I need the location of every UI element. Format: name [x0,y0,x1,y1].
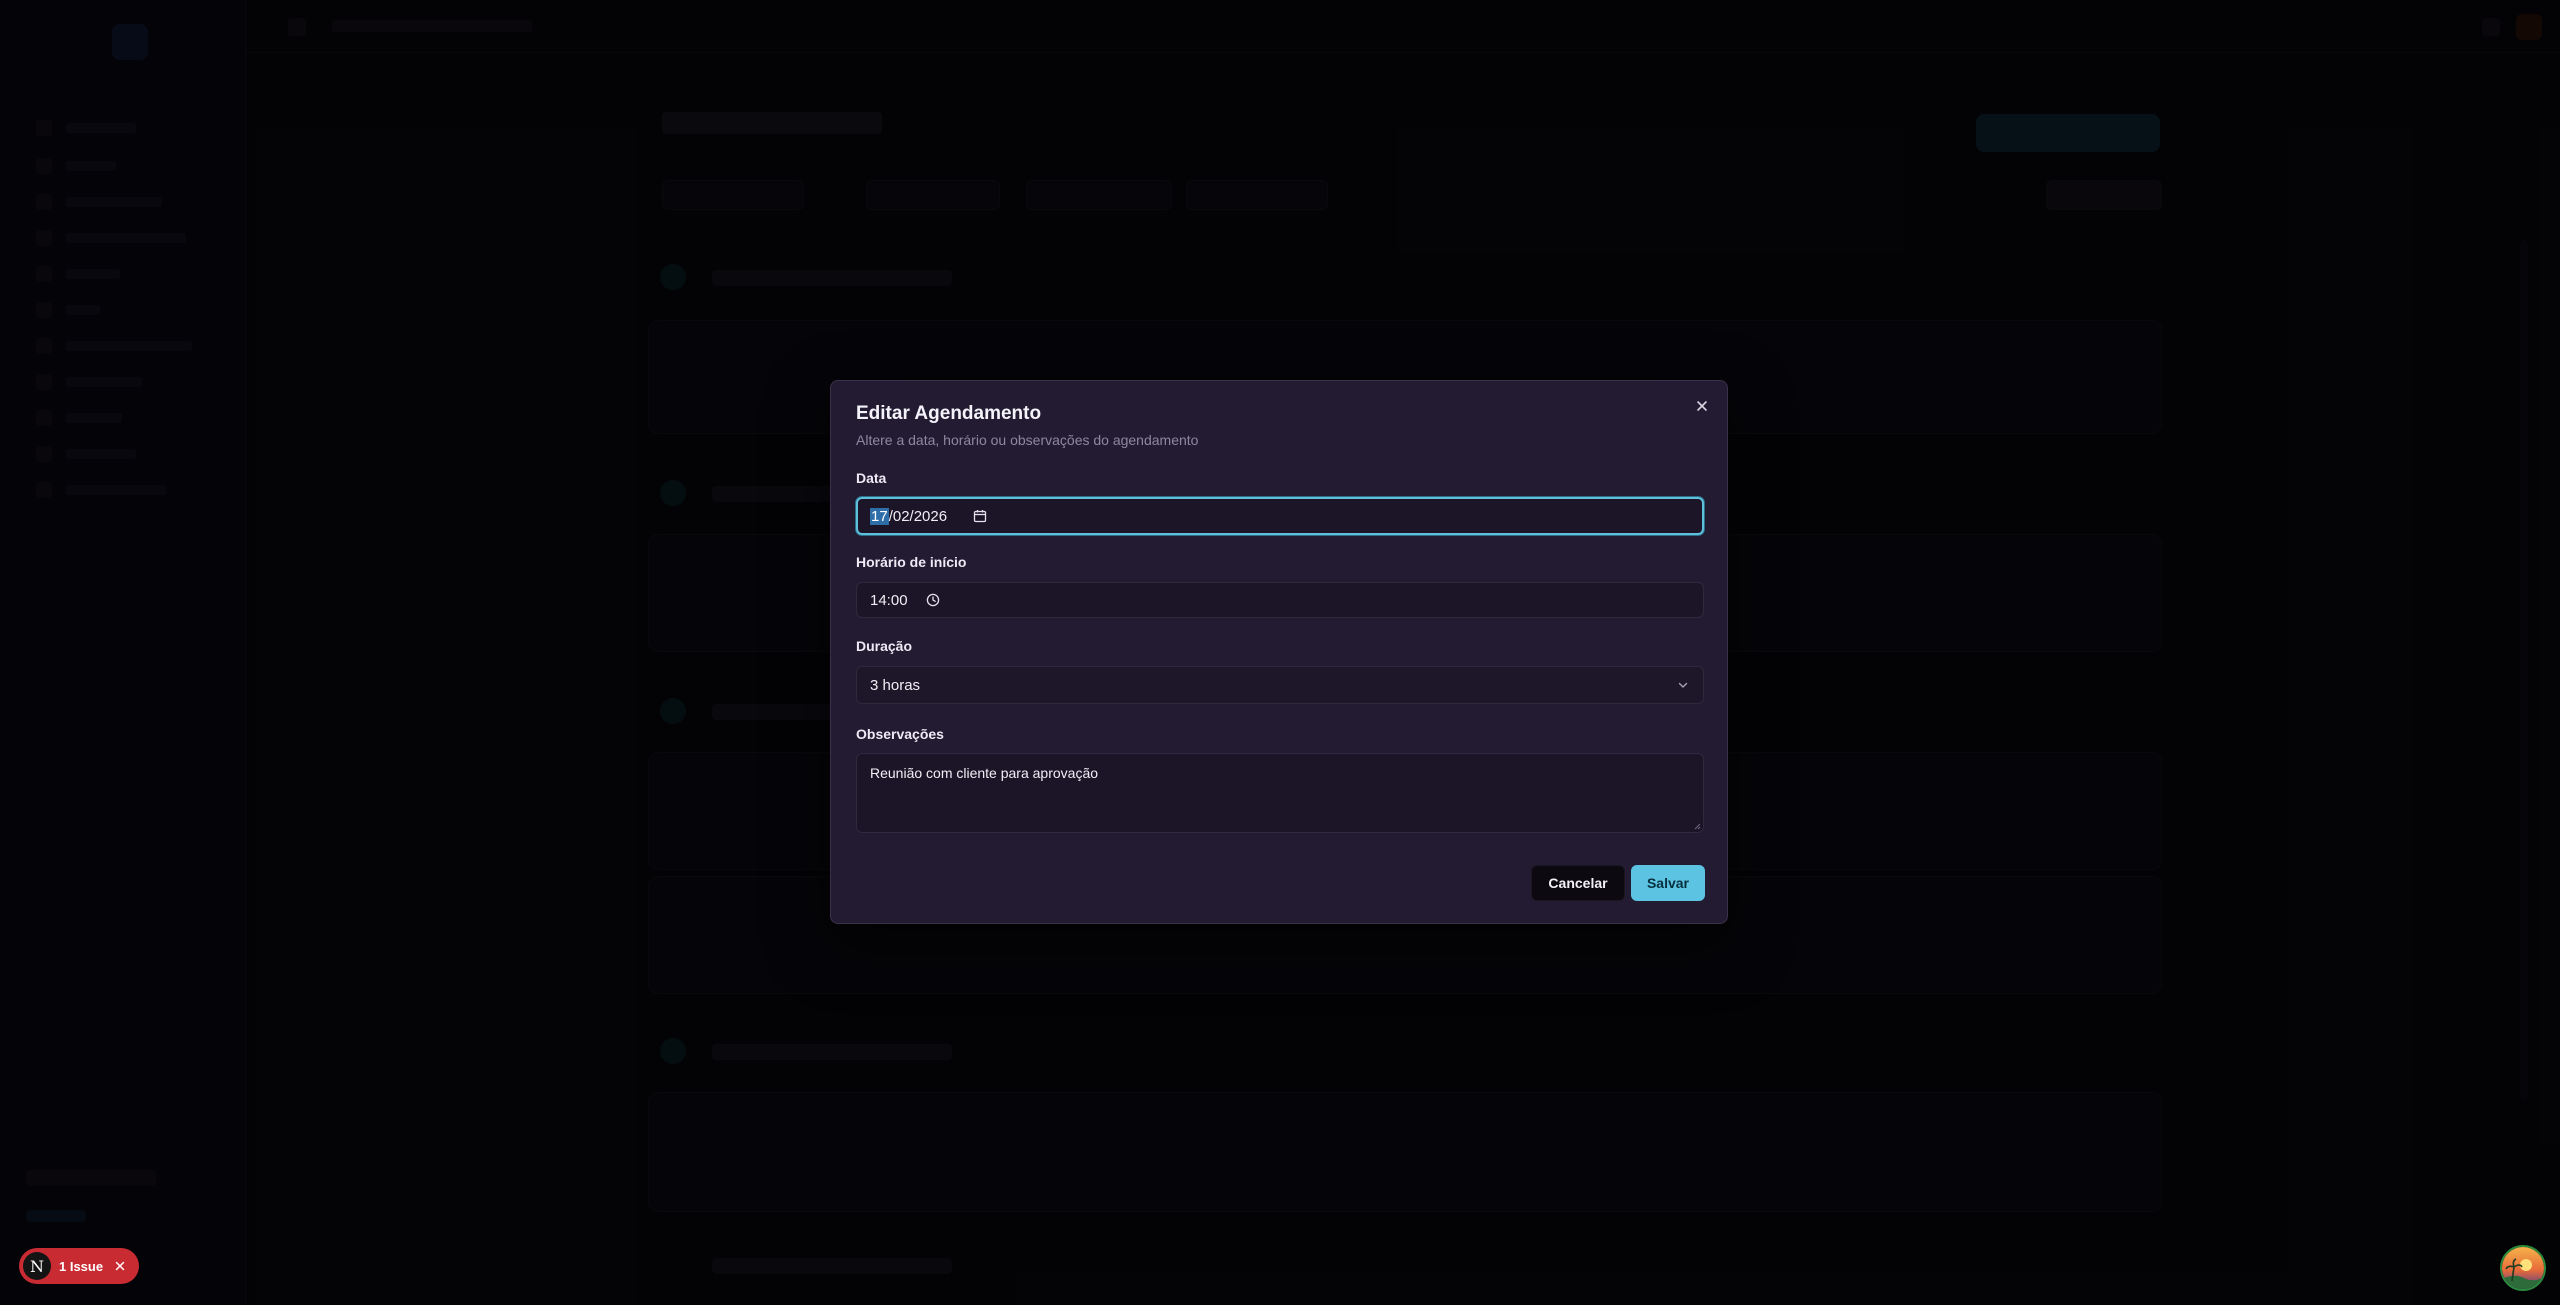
duration-value: 3 horas [870,676,921,694]
x-icon [1697,401,1707,411]
clock-icon[interactable] [926,593,940,607]
dismiss-icon[interactable] [115,1261,125,1271]
issue-count[interactable]: 1 Issue [59,1259,103,1274]
dialog-title: Editar Agendamento [856,403,1042,424]
start-time-label: Horário de início [856,554,967,570]
assistant-avatar-icon[interactable] [2500,1245,2546,1291]
cancel-button[interactable]: Cancelar [1531,865,1625,901]
date-label: Data [856,470,887,486]
date-input[interactable]: 17/02/2026 [856,497,1704,535]
start-time-input[interactable]: 14:00 [856,582,1704,618]
calendar-icon[interactable] [973,509,987,523]
date-month-segment[interactable]: 02 [893,508,910,525]
edit-appointment-dialog: Editar Agendamento Altere a data, horári… [830,380,1728,924]
save-button[interactable]: Salvar [1631,865,1705,901]
notes-value[interactable]: Reunião com cliente para aprovação [870,765,1098,781]
notes-label: Observações [856,726,944,742]
next-logo-icon: N [23,1252,51,1280]
duration-select[interactable]: 3 horas [856,666,1704,704]
issues-badge[interactable]: N 1 Issue [19,1248,139,1284]
date-day-segment[interactable]: 17 [870,507,889,525]
chevron-down-icon [1678,682,1688,688]
date-year-segment[interactable]: 2026 [914,508,947,525]
resize-handle-icon[interactable] [1693,822,1701,830]
start-time-value[interactable]: 14:00 [870,592,908,609]
duration-label: Duração [856,638,913,654]
close-button[interactable] [1691,395,1713,417]
notes-textarea[interactable]: Reunião com cliente para aprovação [856,753,1704,833]
dialog-description: Altere a data, horário ou observações do… [856,432,1199,448]
